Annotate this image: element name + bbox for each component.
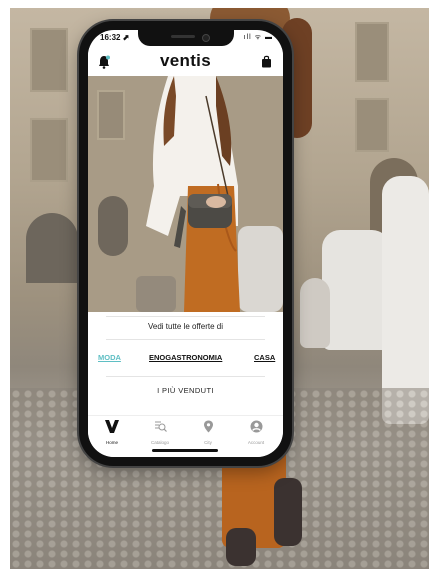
category-casa-link[interactable]: CASA: [254, 353, 275, 362]
category-enogastronomia-link[interactable]: ENOGASTRONOMIA: [149, 353, 222, 362]
building-window: [355, 22, 389, 82]
tab-home-label: Home: [105, 440, 118, 445]
tab-account[interactable]: Account: [236, 420, 276, 445]
divider: [106, 316, 265, 317]
woman-boot: [226, 528, 256, 566]
parked-van: [382, 176, 429, 424]
divider: [106, 376, 265, 377]
search-list-icon: [154, 421, 167, 432]
tab-city[interactable]: City: [188, 420, 228, 445]
v-logo-icon: [105, 420, 119, 433]
tab-catalogo[interactable]: Catalogo: [140, 420, 180, 445]
building-window: [355, 98, 389, 152]
app-header: ventis: [88, 48, 283, 76]
offers-section: Vedi tutte le offerte di MODA ENOGASTRON…: [88, 312, 283, 422]
phone-screen: 16:32 ⬈ ıll ᯤ ▬ ventis Vedi tutte le off…: [88, 30, 283, 457]
bestsellers-heading: I PIÙ VENDUTI: [157, 386, 214, 395]
tab-catalogo-label: Catalogo: [150, 440, 169, 445]
status-icons: ıll ᯤ ▬: [243, 34, 273, 41]
phone-frame: 16:32 ⬈ ıll ᯤ ▬ ventis Vedi tutte le off…: [79, 21, 292, 466]
building-arch: [26, 213, 78, 283]
parked-car: [322, 230, 390, 350]
shopping-bag-icon[interactable]: [261, 55, 272, 68]
offers-title: Vedi tutte le offerte di: [147, 322, 223, 331]
front-camera: [202, 34, 210, 42]
tab-city-label: City: [204, 440, 212, 445]
logo-text: ventis: [160, 51, 211, 70]
building-window: [30, 28, 68, 92]
parked-car: [300, 278, 330, 348]
account-icon: [250, 420, 262, 433]
status-time: 16:32 ⬈: [100, 33, 130, 42]
location-pin-icon: [203, 420, 213, 433]
building-window: [30, 118, 68, 182]
hero-image[interactable]: [88, 76, 283, 312]
home-indicator: [152, 449, 218, 452]
woman-boot: [274, 478, 302, 546]
app-logo[interactable]: ventis: [88, 51, 283, 71]
notch: [138, 30, 234, 46]
category-moda-link[interactable]: MODA: [98, 353, 121, 362]
speaker: [171, 35, 195, 38]
divider: [106, 339, 265, 340]
tab-account-label: Account: [247, 440, 265, 445]
hero-photo: [88, 76, 283, 312]
tab-home[interactable]: Home: [92, 420, 132, 445]
